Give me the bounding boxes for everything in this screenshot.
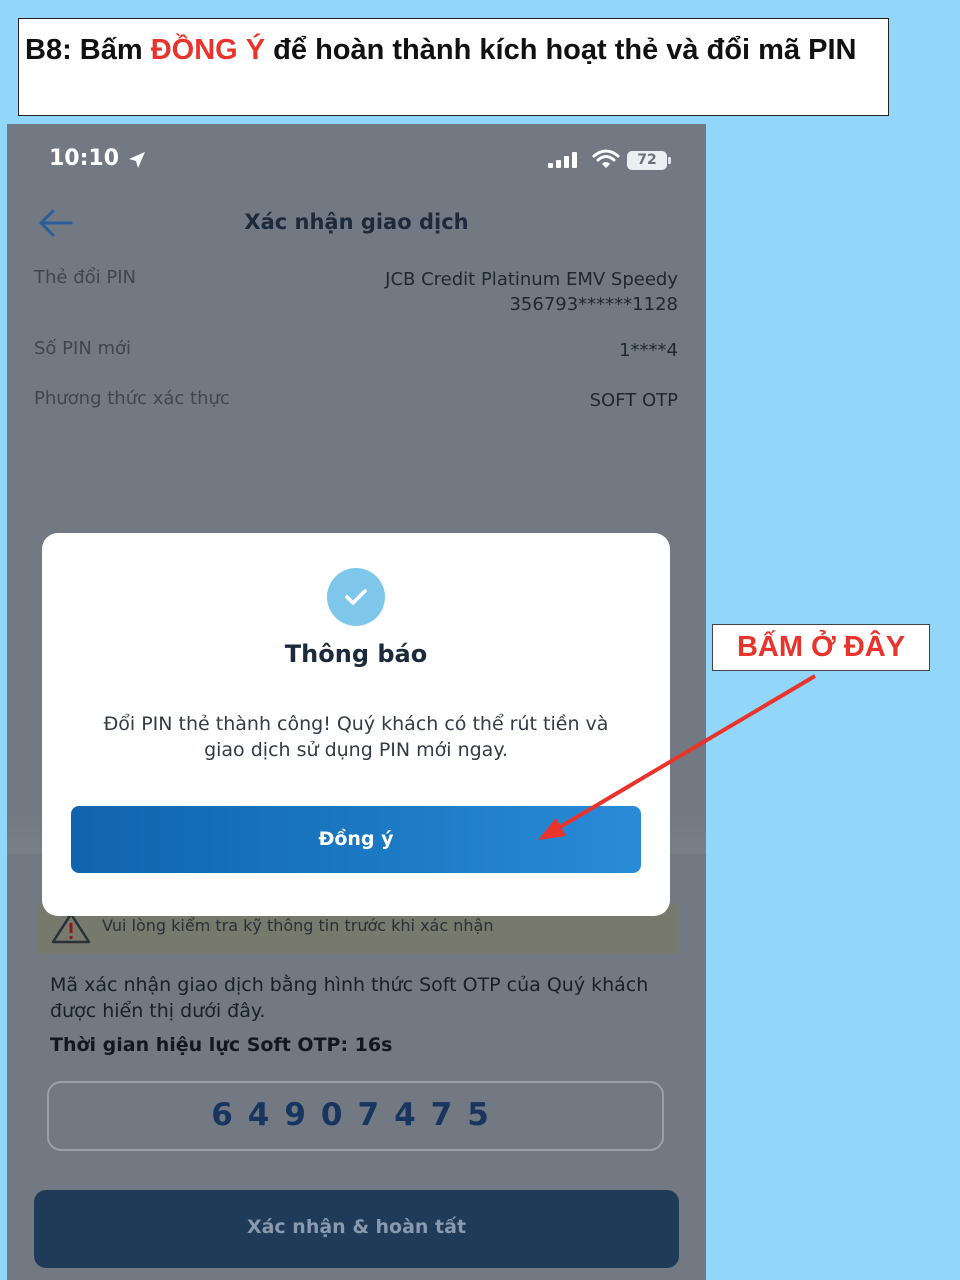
agree-button[interactable]: Đồng ý — [71, 806, 641, 873]
confirm-complete-button[interactable]: Xác nhận & hoàn tất — [34, 1190, 679, 1268]
otp-description: Mã xác nhận giao dịch bằng hình thức Sof… — [50, 974, 649, 1022]
wifi-icon — [592, 149, 620, 168]
instruction-banner: B8: Bấm ĐỒNG Ý để hoàn thành kích hoạt t… — [18, 18, 889, 116]
card-name: JCB Credit Platinum EMV Speedy — [385, 269, 678, 290]
auth-method-value: SOFT OTP — [589, 390, 678, 411]
otp-timer: Thời gian hiệu lực Soft OTP: 16s — [50, 1034, 393, 1056]
location-arrow-icon — [129, 152, 145, 168]
warning-icon — [51, 912, 91, 944]
check-icon — [327, 568, 385, 626]
new-pin-value: 1****4 — [619, 340, 678, 361]
dialog-message: Đổi PIN thẻ thành công! Quý khách có thể… — [103, 713, 609, 761]
page-title: Xác nhận giao dịch — [244, 210, 469, 234]
phone-screen: 10:10 72 Xác nhận giao dịch Thẻ đổi PIN … — [7, 124, 706, 1280]
card-value: JCB Credit Platinum EMV Speedy 356793***… — [385, 267, 678, 317]
dialog-title: Thông báo — [284, 640, 428, 668]
status-time: 10:10 — [49, 146, 120, 171]
auth-method-label: Phương thức xác thực — [34, 388, 230, 409]
signal-icon — [548, 152, 577, 168]
battery-icon: 72 — [627, 151, 671, 170]
success-dialog: Thông báo Đổi PIN thẻ thành công! Quý kh… — [42, 533, 670, 916]
warning-text: Vui lòng kiểm tra kỹ thông tin trước khi… — [102, 916, 494, 935]
card-label: Thẻ đổi PIN — [34, 267, 136, 288]
otp-code-box: 64907475 — [47, 1081, 664, 1151]
otp-code: 64907475 — [211, 1097, 504, 1133]
card-number: 356793******1128 — [509, 294, 678, 315]
banner-highlight: ĐỒNG Ý — [150, 34, 266, 66]
banner-suffix: để hoàn thành kích hoạt thẻ và đổi mã PI… — [265, 34, 857, 66]
new-pin-label: Số PIN mới — [34, 338, 132, 359]
banner-prefix: B8: Bấm — [25, 34, 151, 66]
callout-label: BẤM Ở ĐÂY — [712, 624, 930, 671]
